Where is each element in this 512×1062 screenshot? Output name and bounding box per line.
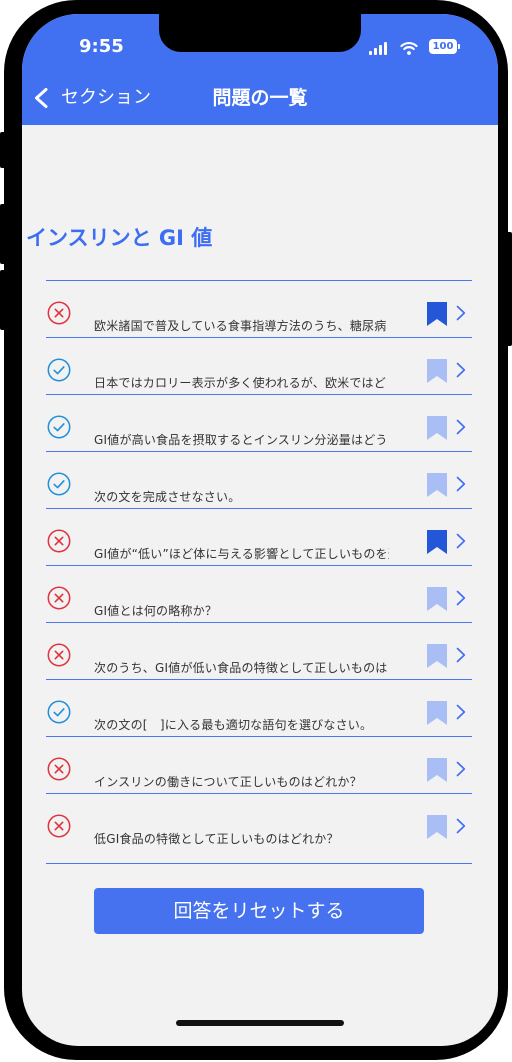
question-text: 次のうち、GI値が低い食品の特徴として正しいものは: [94, 661, 388, 675]
check-circle-icon: [47, 415, 71, 439]
bookmark-icon[interactable]: [427, 416, 447, 440]
question-text: GI値が高い食品を摂取するとインスリン分泌量はどう: [94, 433, 388, 447]
app-header: 9:55 100 セクション 問題の一覧: [22, 14, 498, 125]
home-indicator[interactable]: [176, 1020, 344, 1026]
cross-circle-icon: [47, 814, 71, 838]
status-time: 9:55: [79, 36, 124, 57]
screen: 9:55 100 セクション 問題の一覧 インスリンと GI 値 欧米諸国で普及…: [22, 14, 498, 1046]
question-text: 次の文を完成させなさい。: [94, 490, 241, 504]
question-row[interactable]: 次のうち、GI値が低い食品の特徴として正しいものは: [46, 623, 472, 680]
question-text: 欧米諸国で普及している食事指導方法のうち、糖尿病: [94, 319, 387, 333]
cellular-signal-icon: [369, 40, 389, 59]
question-list: 欧米諸国で普及している食事指導方法のうち、糖尿病 日本ではカロリー表示が多く使われ…: [46, 280, 472, 864]
question-row[interactable]: 次の文を完成させなさい。: [46, 452, 472, 509]
question-text: インスリンの働きについて正しいものはどれか？: [94, 775, 362, 789]
cross-circle-icon: [47, 643, 71, 667]
chevron-right-icon: [456, 419, 466, 435]
battery-nub: [458, 44, 460, 49]
wifi-icon: [400, 40, 418, 59]
cross-circle-icon: [47, 586, 71, 610]
chevron-right-icon: [456, 362, 466, 378]
question-text: 低GI食品の特徴として正しいものはどれか？: [94, 832, 339, 846]
check-circle-icon: [47, 700, 71, 724]
battery-level: 100: [432, 41, 454, 52]
question-row[interactable]: 低GI食品の特徴として正しいものはどれか？: [46, 794, 472, 863]
bookmark-icon[interactable]: [427, 758, 447, 782]
cross-circle-icon: [47, 301, 71, 325]
bookmark-icon[interactable]: [427, 644, 447, 668]
battery-icon: 100: [429, 39, 457, 54]
bookmark-icon[interactable]: [427, 302, 447, 326]
bookmark-icon[interactable]: [427, 359, 447, 383]
cross-circle-icon: [47, 529, 71, 553]
question-row[interactable]: 日本ではカロリー表示が多く使われるが、欧米ではど: [46, 338, 472, 395]
phone-frame: 9:55 100 セクション 問題の一覧 インスリンと GI 値 欧米諸国で普及…: [4, 0, 508, 1060]
chevron-right-icon: [456, 761, 466, 777]
question-text: GI値が“低い”ほど体に与える影響として正しいものを選: [94, 547, 389, 561]
question-text: GI値とは何の略称か？: [94, 604, 218, 618]
section-title: インスリンと GI 値: [26, 226, 213, 250]
question-row[interactable]: 次の文の[ ]に入る最も適切な語句を選びなさい。: [46, 680, 472, 737]
question-text: 次の文の[ ]に入る最も適切な語句を選びなさい。: [94, 718, 373, 732]
chevron-right-icon: [456, 647, 466, 663]
page-title: 問題の一覧: [212, 87, 308, 109]
question-row[interactable]: 欧米諸国で普及している食事指導方法のうち、糖尿病: [46, 281, 472, 338]
bookmark-icon[interactable]: [427, 530, 447, 554]
bookmark-icon[interactable]: [427, 473, 447, 497]
bookmark-icon[interactable]: [427, 701, 447, 725]
question-text: 日本ではカロリー表示が多く使われるが、欧米ではど: [94, 376, 386, 390]
check-circle-icon: [47, 358, 71, 382]
notch: [159, 14, 361, 52]
chevron-right-icon: [456, 704, 466, 720]
question-row[interactable]: インスリンの働きについて正しいものはどれか？: [46, 737, 472, 794]
chevron-right-icon: [456, 818, 466, 834]
chevron-right-icon: [456, 305, 466, 321]
question-row[interactable]: GI値とは何の略称か？: [46, 566, 472, 623]
question-row[interactable]: GI値が“低い”ほど体に与える影響として正しいものを選: [46, 509, 472, 566]
chevron-right-icon: [456, 476, 466, 492]
check-circle-icon: [47, 472, 71, 496]
bookmark-icon[interactable]: [427, 587, 447, 611]
bookmark-icon[interactable]: [427, 815, 447, 839]
reset-answers-button[interactable]: 回答をリセットする: [94, 888, 424, 934]
chevron-right-icon: [456, 533, 466, 549]
cross-circle-icon: [47, 757, 71, 781]
chevron-right-icon: [456, 590, 466, 606]
question-row[interactable]: GI値が高い食品を摂取するとインスリン分泌量はどう: [46, 395, 472, 452]
